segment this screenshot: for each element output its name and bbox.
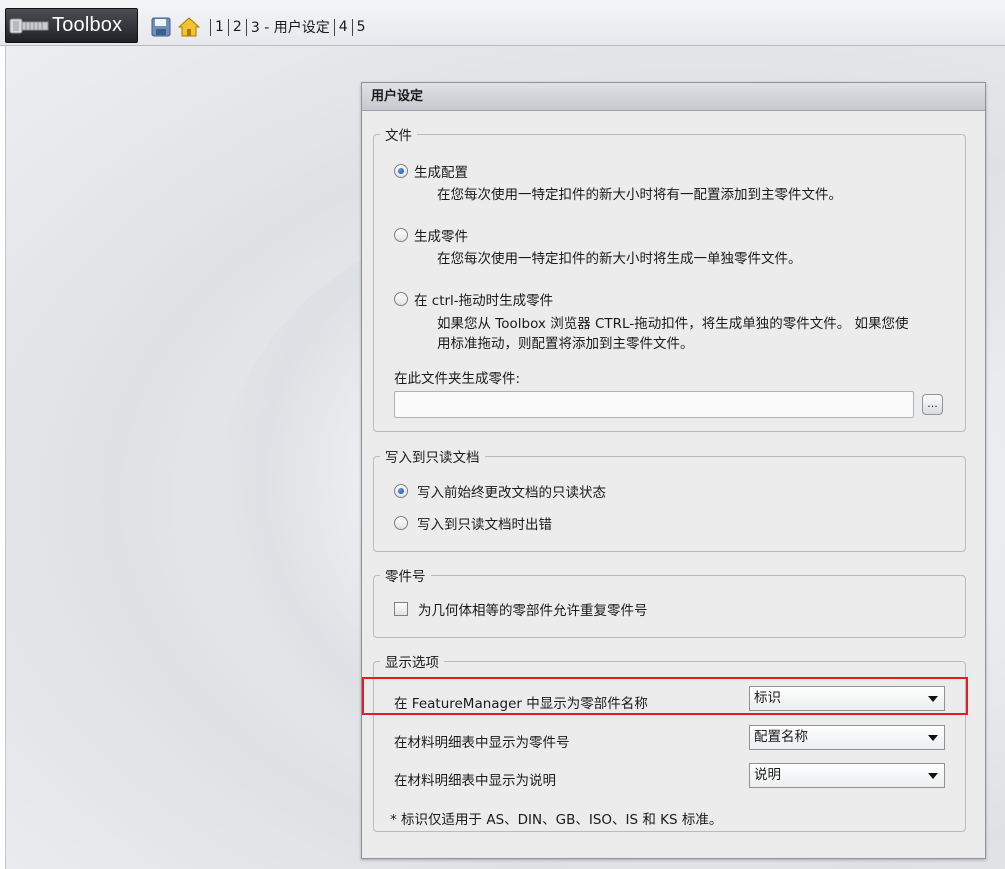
dropdown-arrow-icon <box>928 735 938 741</box>
breadcrumb-step-3[interactable]: 3 - 用户设定 <box>247 17 334 37</box>
highlight-box <box>362 677 968 715</box>
breadcrumb-step-2[interactable]: 2 <box>229 19 246 35</box>
display-options-group-legend: 显示选项 <box>380 651 444 671</box>
radio-button[interactable] <box>394 292 408 306</box>
checkbox-duplicate-part-numbers[interactable]: 为几何体相等的零部件允许重复零件号 <box>394 599 648 619</box>
toolbox-logo: Toolbox <box>5 8 138 43</box>
app-title: Toolbox <box>52 14 123 36</box>
radio-button[interactable] <box>394 484 408 498</box>
radio-readonly-error[interactable]: 写入到只读文档时出错 <box>394 513 552 533</box>
checkbox[interactable] <box>394 602 408 616</box>
file-group-legend: 文件 <box>380 124 417 144</box>
bom-part-number-select[interactable]: 配置名称 <box>749 725 945 750</box>
radio-label: 生成配置 <box>414 165 468 181</box>
radio-ctrl-drag-part[interactable]: 在 ctrl-拖动时生成零件 <box>394 289 553 309</box>
bom-description-label: 在材料明细表中显示为说明 <box>394 773 556 789</box>
radio-label: 写入到只读文档时出错 <box>417 517 552 533</box>
radio-label: 生成零件 <box>414 229 468 245</box>
checkbox-label: 为几何体相等的零部件允许重复零件号 <box>418 603 648 619</box>
home-icon[interactable] <box>178 16 200 38</box>
select-value: 配置名称 <box>754 729 808 745</box>
breadcrumb: 1 2 3 - 用户设定 4 5 <box>210 16 370 38</box>
dropdown-arrow-icon <box>928 773 938 779</box>
radio-generate-part[interactable]: 生成零件 <box>394 225 468 245</box>
toolbar: Toolbox 1 2 3 - 用户设定 4 5 <box>0 0 1005 46</box>
folder-label: 在此文件夹生成零件: <box>394 371 521 387</box>
save-icon[interactable] <box>150 16 172 38</box>
breadcrumb-step-4[interactable]: 4 <box>335 19 352 35</box>
option-description: 用标准拖动，则配置将添加到主零件文件。 <box>437 336 694 352</box>
option-description: 如果您从 Toolbox 浏览器 CTRL-拖动扣件，将生成单独的零件文件。 如… <box>437 316 909 332</box>
folder-path-input[interactable] <box>394 391 914 418</box>
bom-part-number-label: 在材料明细表中显示为零件号 <box>394 735 570 751</box>
radio-button[interactable] <box>394 516 408 530</box>
radio-label: 在 ctrl-拖动时生成零件 <box>414 293 554 309</box>
select-value: 说明 <box>754 767 781 783</box>
bom-description-select[interactable]: 说明 <box>749 763 945 788</box>
radio-label: 写入前始终更改文档的只读状态 <box>417 485 606 501</box>
radio-change-readonly[interactable]: 写入前始终更改文档的只读状态 <box>394 481 606 501</box>
radio-generate-config[interactable]: 生成配置 <box>394 161 468 181</box>
option-description: 在您每次使用一特定扣件的新大小时将生成一单独零件文件。 <box>437 251 802 267</box>
option-description: 在您每次使用一特定扣件的新大小时将有一配置添加到主零件文件。 <box>437 187 842 203</box>
readonly-group: 写入到只读文档 写入前始终更改文档的只读状态 写入到只读文档时出错 <box>373 446 966 552</box>
radio-button[interactable] <box>394 164 408 178</box>
breadcrumb-step-1[interactable]: 1 <box>211 19 228 35</box>
browse-button[interactable]: ... <box>922 394 943 415</box>
file-group: 文件 生成配置 在您每次使用一特定扣件的新大小时将有一配置添加到主零件文件。 生… <box>373 124 966 432</box>
user-settings-panel: 用户设定 文件 生成配置 在您每次使用一特定扣件的新大小时将有一配置添加到主零件… <box>361 82 986 859</box>
readonly-group-legend: 写入到只读文档 <box>380 446 485 466</box>
radio-button[interactable] <box>394 228 408 242</box>
panel-title: 用户设定 <box>362 83 985 111</box>
part-number-group-legend: 零件号 <box>380 565 431 585</box>
breadcrumb-step-5[interactable]: 5 <box>353 19 370 35</box>
part-number-group: 零件号 为几何体相等的零部件允许重复零件号 <box>373 565 966 638</box>
bolt-icon <box>6 8 52 43</box>
standards-note: * 标识仅适用于 AS、DIN、GB、ISO、IS 和 KS 标准。 <box>390 812 723 828</box>
